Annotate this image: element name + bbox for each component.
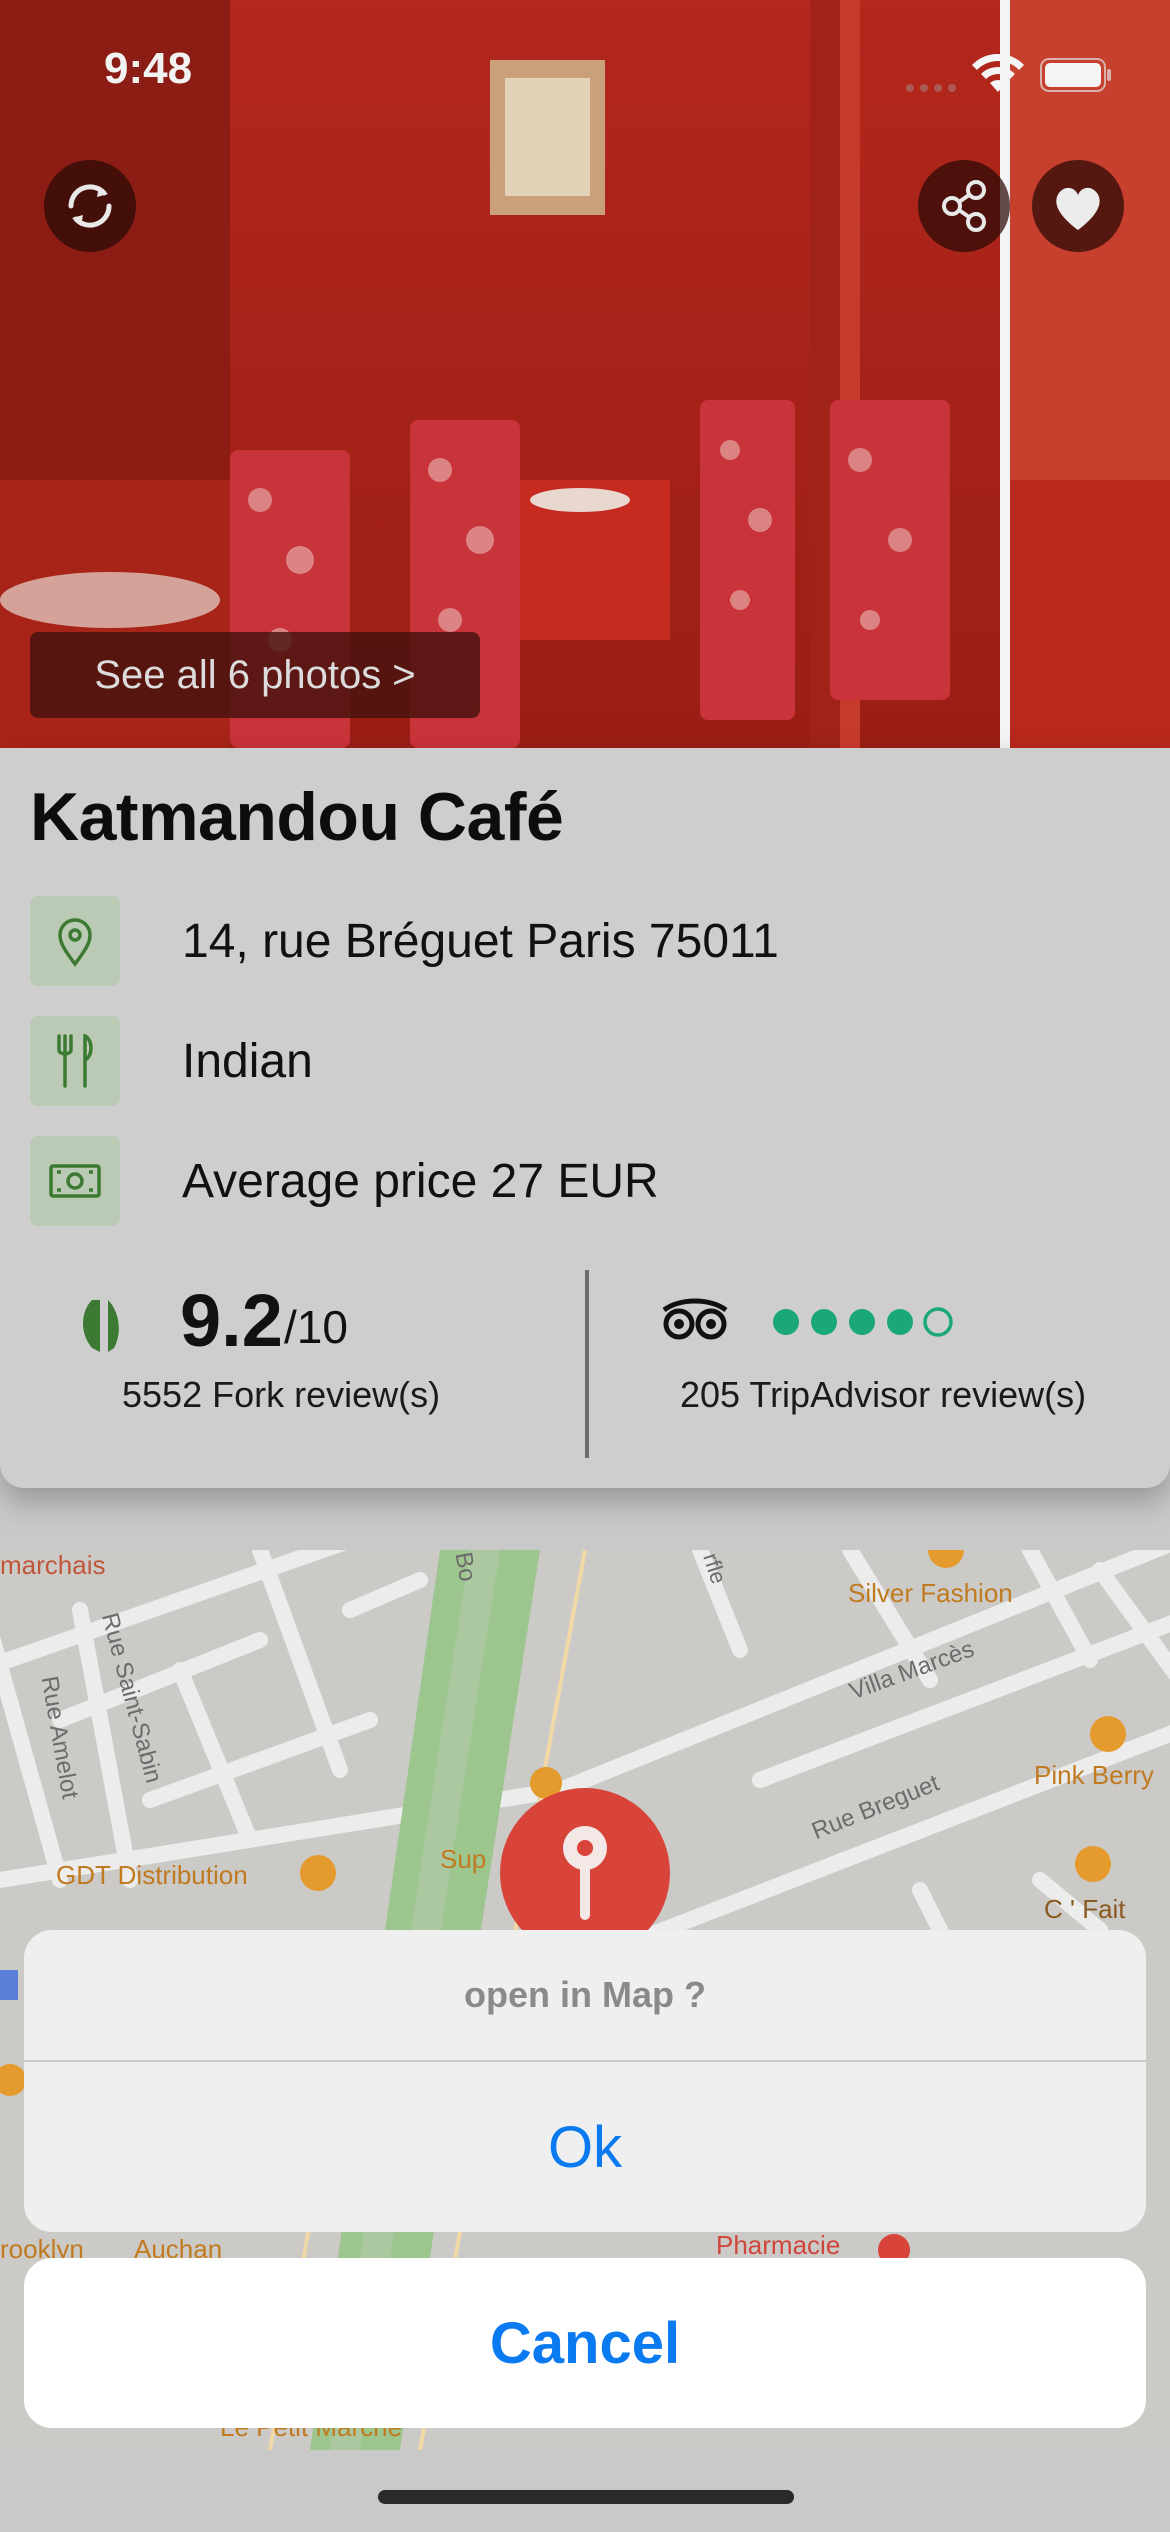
bubble-filled: [887, 1309, 913, 1335]
cutlery-icon: [30, 1016, 120, 1106]
see-all-photos-button[interactable]: See all 6 photos >: [30, 632, 480, 718]
address-text: 14, rue Bréguet Paris 75011: [182, 914, 779, 968]
heart-icon: [1056, 187, 1100, 230]
rating-divider: [585, 1270, 589, 1458]
banknote-icon: [30, 1136, 120, 1226]
restaurant-name: Katmandou Café: [30, 779, 564, 855]
tripadvisor-rating-block[interactable]: 205 TripAdvisor review(s): [590, 1268, 1170, 1468]
battery-icon: [1040, 58, 1112, 97]
tripadvisor-reviews: 205 TripAdvisor review(s): [680, 1374, 1087, 1415]
fork-score: 9.2: [180, 1279, 283, 1362]
bubble-filled: [849, 1309, 875, 1335]
bubble-filled: [773, 1309, 799, 1335]
favorite-button[interactable]: [1032, 160, 1124, 252]
status-bar: 9:48: [0, 0, 1170, 150]
cuisine-text: Indian: [182, 1034, 313, 1088]
status-time: 9:48: [104, 44, 193, 93]
cancel-button[interactable]: Cancel: [24, 2258, 1146, 2428]
rotate-button[interactable]: [44, 160, 136, 252]
fork-logo-icon: [76, 1290, 132, 1361]
action-sheet: open in Map ? Ok: [24, 1930, 1146, 2232]
fork-scale: /10: [284, 1301, 348, 1353]
fork-rating-block[interactable]: 9.2 /10 5552 Fork review(s): [0, 1268, 585, 1468]
action-sheet-title: open in Map ?: [464, 1974, 706, 2015]
fork-reviews: 5552 Fork review(s): [122, 1374, 441, 1415]
share-icon: [942, 180, 986, 232]
price-row: Average price 27 EUR: [30, 1136, 1140, 1226]
cuisine-row: Indian: [30, 1016, 1140, 1106]
share-button[interactable]: [918, 160, 1010, 252]
restaurant-info-card: Katmandou Café 14, rue Bréguet Paris 750…: [0, 748, 1170, 1488]
sync-icon: [68, 184, 112, 228]
tripadvisor-owl-icon: [660, 1298, 730, 1347]
bubble-empty: [923, 1307, 953, 1337]
tripadvisor-bubbles: [770, 1306, 970, 1347]
price-text: Average price 27 EUR: [182, 1154, 659, 1208]
home-indicator: [378, 2490, 794, 2504]
bubble-filled: [811, 1309, 837, 1335]
ok-button[interactable]: Ok: [24, 2062, 1146, 2232]
location-pin-icon: [30, 896, 120, 986]
wifi-icon: [972, 53, 1024, 97]
address-row[interactable]: 14, rue Bréguet Paris 75011: [30, 896, 1140, 986]
cellular-signal-icon: [905, 80, 961, 98]
